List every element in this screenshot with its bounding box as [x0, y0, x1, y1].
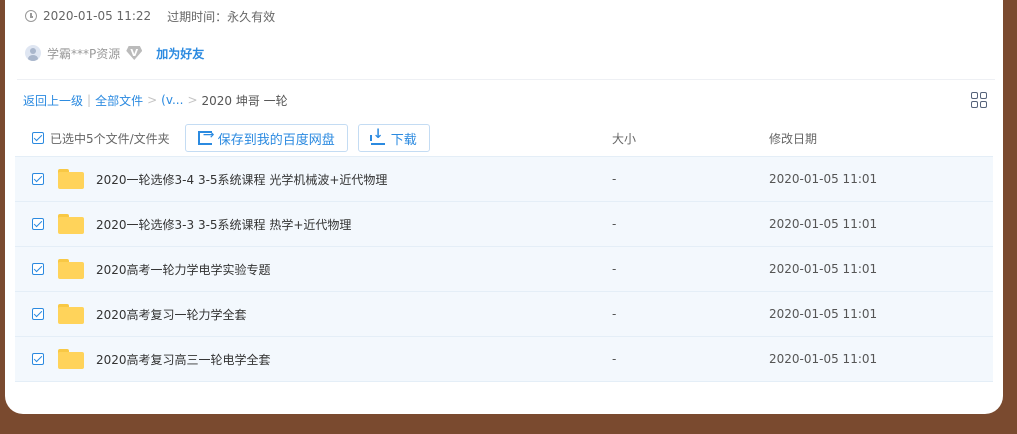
grid-view-icon[interactable]: [971, 92, 987, 108]
share-meta: 2020-01-05 11:22 过期时间：永久有效: [25, 6, 275, 26]
table-row[interactable]: 2020一轮选修3-4 3-5系统课程 光学机械波+近代物理 - 2020-01…: [15, 156, 993, 201]
folder-icon: [58, 304, 84, 324]
table-row[interactable]: 2020高考复习一轮力学全套 - 2020-01-05 11:01: [15, 291, 993, 336]
file-size: -: [612, 262, 617, 276]
row-checkbox[interactable]: [32, 263, 44, 275]
grid-cell: [971, 101, 978, 108]
parent-folder-link[interactable]: (v...: [161, 93, 183, 107]
download-icon: [369, 127, 385, 145]
row-checkbox[interactable]: [32, 218, 44, 230]
folder-icon: [58, 349, 84, 369]
file-date: 2020-01-05 11:01: [769, 307, 878, 321]
divider: [17, 79, 995, 80]
breadcrumb: 返回上一级 | 全部文件 > (v... > 2020 坤哥 一轮: [23, 91, 288, 109]
share-panel: 2020-01-05 11:22 过期时间：永久有效 学霸***P资源 V 加为…: [5, 0, 1003, 414]
row-checkbox[interactable]: [32, 353, 44, 365]
file-date: 2020-01-05 11:01: [769, 172, 878, 186]
breadcrumb-bar-separator: |: [87, 93, 92, 107]
file-list: 2020一轮选修3-4 3-5系统课程 光学机械波+近代物理 - 2020-01…: [15, 156, 993, 382]
vip-icon: V: [126, 46, 143, 60]
sharer-info: 学霸***P资源 V 加为好友: [25, 43, 204, 63]
grid-cell: [971, 92, 978, 99]
clock-icon: [25, 10, 37, 22]
table-row[interactable]: 2020高考复习高三一轮电学全套 - 2020-01-05 11:01: [15, 336, 993, 382]
file-size: -: [612, 172, 617, 186]
save-label: 保存到我的百度网盘: [217, 132, 335, 148]
add-friend-button[interactable]: 加为好友: [156, 45, 204, 62]
row-checkbox[interactable]: [32, 308, 44, 320]
file-name[interactable]: 2020一轮选修3-3 3-5系统课程 热学+近代物理: [96, 216, 351, 233]
breadcrumb-separator: >: [147, 93, 158, 107]
avatar[interactable]: [25, 45, 41, 61]
table-row[interactable]: 2020高考一轮力学电学实验专题 - 2020-01-05 11:01: [15, 246, 993, 291]
grid-cell: [980, 101, 987, 108]
folder-icon: [58, 259, 84, 279]
column-header-date[interactable]: 修改日期: [769, 130, 817, 147]
download-button[interactable]: 下载: [357, 124, 430, 152]
file-date: 2020-01-05 11:01: [769, 217, 878, 231]
sharer-name[interactable]: 学霸***P资源: [47, 45, 120, 62]
all-files-link[interactable]: 全部文件: [95, 92, 143, 109]
folder-icon: [58, 169, 84, 189]
grid-cell: [980, 92, 987, 99]
list-header: 已选中5个文件/文件夹 保存到我的百度网盘 下载 大小 修改日期: [15, 120, 993, 156]
breadcrumb-separator: >: [187, 93, 198, 107]
selected-count: 已选中5个文件/文件夹: [50, 131, 170, 146]
file-size: -: [612, 217, 617, 231]
back-link[interactable]: 返回上一级: [23, 92, 83, 109]
column-header-size[interactable]: 大小: [612, 130, 636, 147]
file-size: -: [612, 352, 617, 366]
save-to-netdisk-button[interactable]: 保存到我的百度网盘: [184, 124, 348, 152]
expire-text: 过期时间：永久有效: [167, 9, 276, 24]
share-time: 2020-01-05 11:22: [43, 9, 152, 23]
select-all-checkbox[interactable]: [32, 132, 44, 144]
save-icon: [197, 127, 214, 145]
table-row[interactable]: 2020一轮选修3-3 3-5系统课程 热学+近代物理 - 2020-01-05…: [15, 201, 993, 246]
current-folder: 2020 坤哥 一轮: [201, 93, 288, 108]
download-label: 下载: [390, 132, 417, 148]
folder-icon: [58, 214, 84, 234]
row-checkbox[interactable]: [32, 173, 44, 185]
file-date: 2020-01-05 11:01: [769, 262, 878, 276]
file-name[interactable]: 2020高考复习一轮力学全套: [96, 306, 247, 323]
file-name[interactable]: 2020一轮选修3-4 3-5系统课程 光学机械波+近代物理: [96, 171, 387, 188]
file-date: 2020-01-05 11:01: [769, 352, 878, 366]
file-size: -: [612, 307, 617, 321]
file-name[interactable]: 2020高考一轮力学电学实验专题: [96, 261, 271, 278]
file-name[interactable]: 2020高考复习高三一轮电学全套: [96, 351, 271, 368]
